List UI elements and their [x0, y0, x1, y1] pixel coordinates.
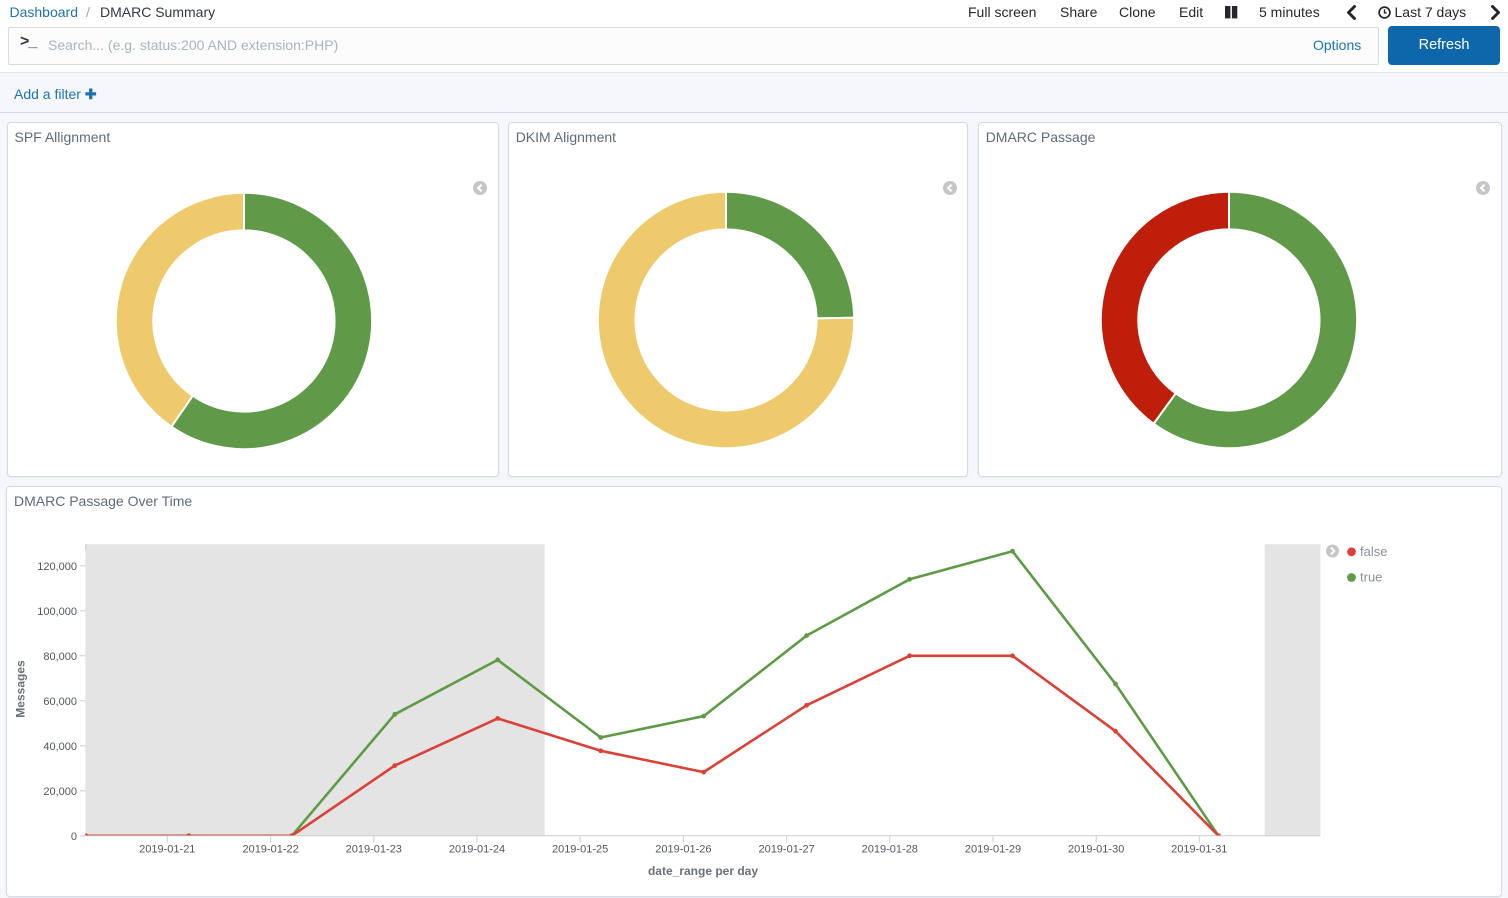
- svg-text:0: 0: [71, 831, 77, 843]
- svg-text:2019-01-26: 2019-01-26: [655, 844, 711, 856]
- svg-text:2019-01-23: 2019-01-23: [346, 844, 402, 856]
- svg-text:2019-01-28: 2019-01-28: [862, 844, 918, 856]
- svg-text:20,000: 20,000: [43, 786, 77, 798]
- svg-text:2019-01-24: 2019-01-24: [449, 844, 505, 856]
- svg-text:Messages: Messages: [14, 660, 28, 718]
- svg-text:2019-01-21: 2019-01-21: [139, 844, 195, 856]
- svg-text:true: true: [1360, 570, 1382, 585]
- svg-text:60,000: 60,000: [43, 696, 77, 708]
- svg-text:2019-01-30: 2019-01-30: [1068, 844, 1124, 856]
- svg-text:2019-01-22: 2019-01-22: [242, 844, 298, 856]
- svg-text:40,000: 40,000: [43, 741, 77, 753]
- svg-text:2019-01-25: 2019-01-25: [552, 844, 608, 856]
- svg-text:date_range per day: date_range per day: [648, 864, 758, 878]
- svg-text:80,000: 80,000: [43, 651, 77, 663]
- svg-text:100,000: 100,000: [37, 606, 77, 618]
- svg-text:2019-01-29: 2019-01-29: [965, 844, 1021, 856]
- svg-text:false: false: [1360, 544, 1387, 559]
- svg-text:120,000: 120,000: [37, 561, 77, 573]
- svg-text:2019-01-31: 2019-01-31: [1171, 844, 1227, 856]
- svg-text:2019-01-27: 2019-01-27: [758, 844, 814, 856]
